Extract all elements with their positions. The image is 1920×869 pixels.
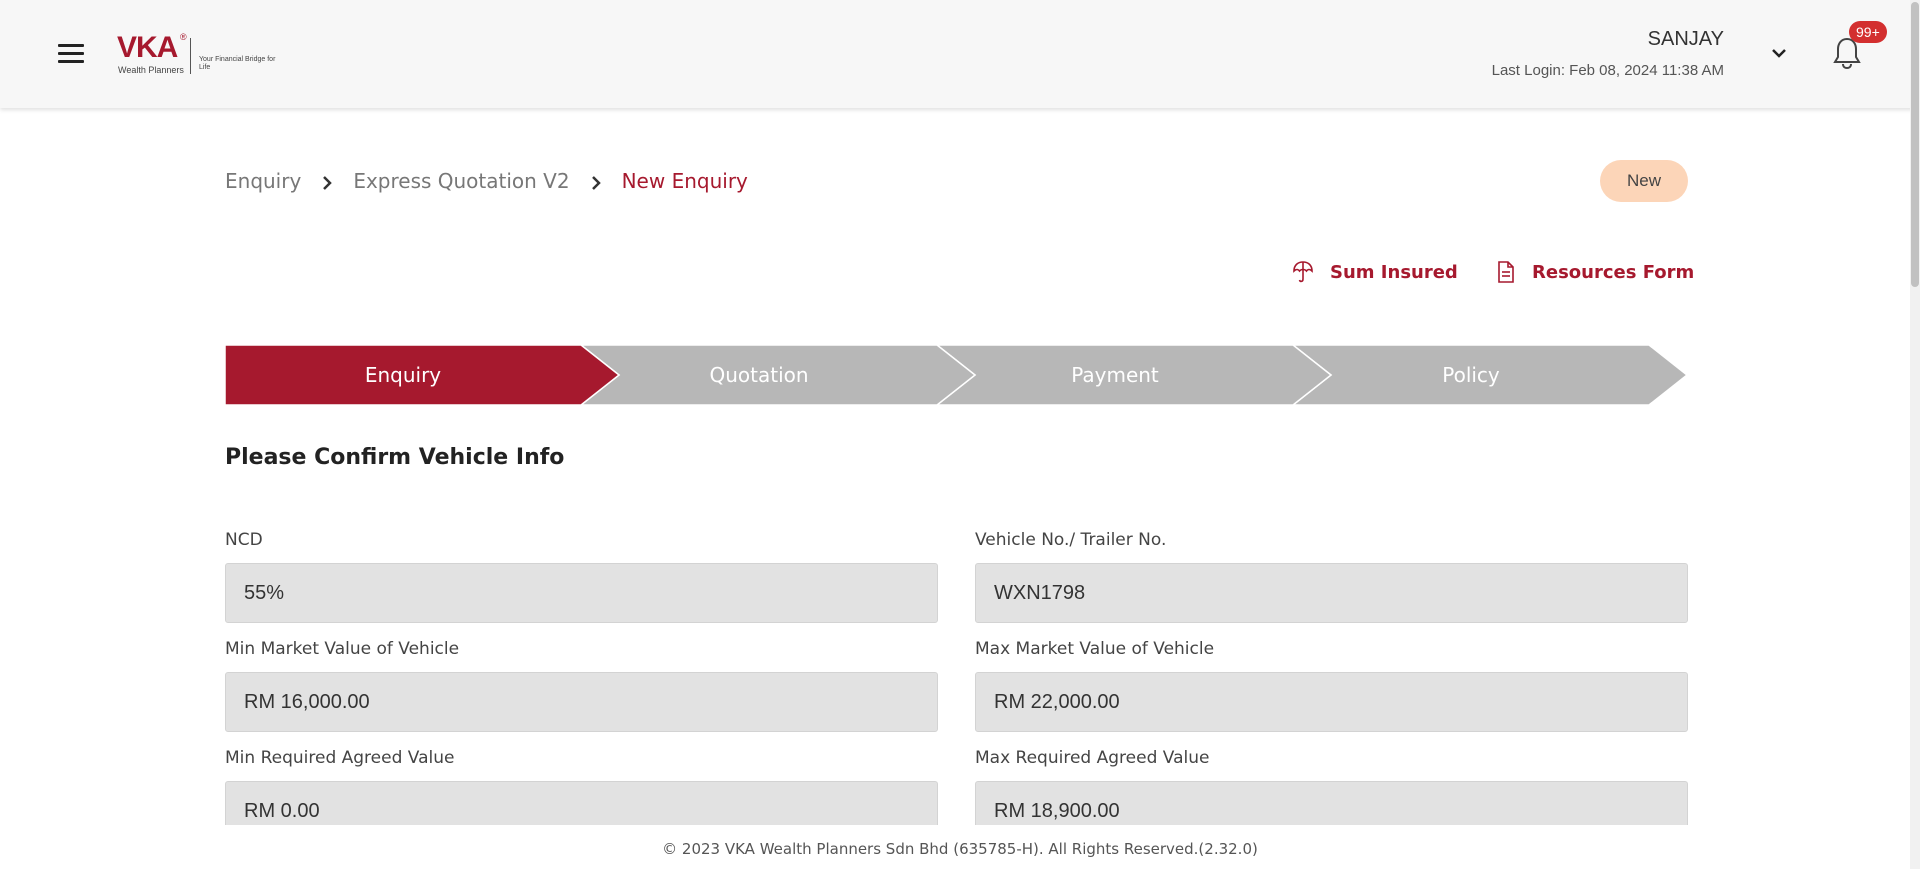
- document-icon: [1498, 261, 1514, 283]
- company-logo[interactable]: VKA ® Wealth Planners Your Financial Bri…: [117, 32, 277, 80]
- chevron-right-icon: [582, 169, 610, 193]
- chevron-right-icon: [313, 169, 341, 193]
- logo-tagline: Your Financial Bridge for Life: [199, 56, 276, 71]
- breadcrumb-enquiry[interactable]: Enquiry: [225, 169, 301, 193]
- umbrella-icon: [1293, 261, 1313, 283]
- min-agreed-value-field[interactable]: RM 0.00: [225, 781, 938, 825]
- min-market-value-label: Min Market Value of Vehicle: [225, 639, 460, 659]
- step-quotation[interactable]: Quotation: [581, 345, 937, 405]
- breadcrumb-express-quotation[interactable]: Express Quotation V2: [353, 169, 569, 193]
- resources-form-label: Resources Form: [1532, 261, 1695, 283]
- status-badge: New: [1600, 160, 1688, 202]
- logo-registered-mark: ®: [180, 32, 187, 42]
- logo-mark: VKA: [117, 31, 178, 64]
- step-payment[interactable]: Payment: [937, 345, 1293, 405]
- progress-stepper: Enquiry Quotation Payment Policy: [225, 345, 1688, 405]
- user-name: SANJAY: [1647, 28, 1724, 50]
- min-agreed-value-label: Min Required Agreed Value: [225, 748, 455, 768]
- sum-insured-label: Sum Insured: [1330, 261, 1458, 283]
- breadcrumb: Enquiry Express Quotation V2 New Enquiry: [225, 166, 748, 196]
- vehicle-no-field[interactable]: WXN1798: [975, 563, 1688, 623]
- max-market-value-label: Max Market Value of Vehicle: [975, 639, 1215, 659]
- top-header: VKA ® Wealth Planners Your Financial Bri…: [0, 0, 1920, 108]
- breadcrumb-new-enquiry: New Enquiry: [621, 169, 748, 193]
- chevron-down-icon[interactable]: [1770, 46, 1788, 60]
- hamburger-menu-icon[interactable]: [58, 44, 84, 64]
- max-agreed-value-label: Max Required Agreed Value: [975, 748, 1210, 768]
- footer-copyright: © 2023 VKA Wealth Planners Sdn Bhd (6357…: [0, 829, 1920, 869]
- notification-badge: 99+: [1849, 21, 1887, 43]
- max-market-value-field[interactable]: RM 22,000.00: [975, 672, 1688, 732]
- step-enquiry[interactable]: Enquiry: [225, 345, 581, 405]
- last-login-text: Last Login: Feb 08, 2024 11:38 AM: [1491, 62, 1724, 79]
- ncd-label: NCD: [225, 530, 263, 550]
- section-title: Please Confirm Vehicle Info: [225, 445, 565, 470]
- logo-subtitle: Wealth Planners: [118, 65, 184, 75]
- ncd-field[interactable]: 55%: [225, 563, 938, 623]
- max-agreed-value-field[interactable]: RM 18,900.00: [975, 781, 1688, 825]
- page-scrollbar[interactable]: [1910, 0, 1920, 869]
- logo-divider: [190, 38, 191, 74]
- scrollbar-thumb[interactable]: [1911, 2, 1919, 287]
- step-policy[interactable]: Policy: [1293, 345, 1649, 405]
- vehicle-no-label: Vehicle No./ Trailer No.: [975, 530, 1167, 550]
- resources-form-link[interactable]: Resources Form: [1496, 258, 1694, 286]
- min-market-value-field[interactable]: RM 16,000.00: [225, 672, 938, 732]
- sum-insured-link[interactable]: Sum Insured: [1292, 258, 1458, 286]
